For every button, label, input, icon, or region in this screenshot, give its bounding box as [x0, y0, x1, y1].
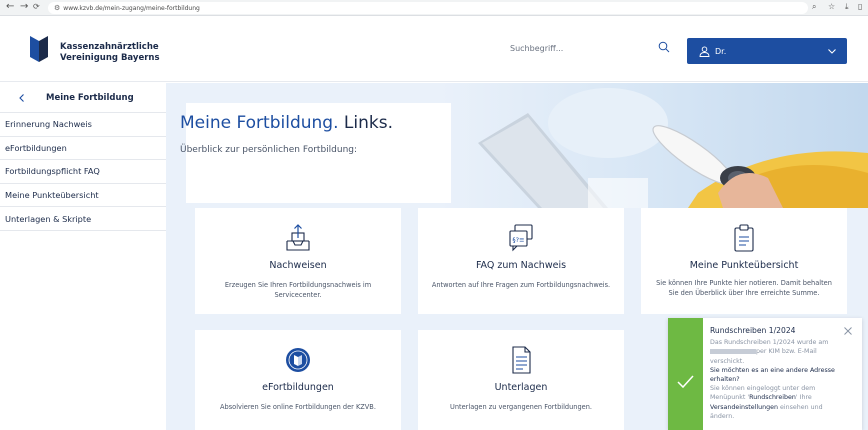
notification-toast: Rundschreiben 1/2024 Das Rundschreiben 1… [668, 318, 862, 430]
sidebar-item-fortbildungspflicht-faq[interactable]: Fortbildungspflicht FAQ [0, 160, 166, 184]
search-icon[interactable] [658, 41, 670, 53]
toast-line: Menüpunkt 'Rundschreiben' Ihre [710, 393, 855, 402]
user-menu-button[interactable]: Dr. [687, 38, 847, 64]
sidebar-item-label: Meine Punkteübersicht [5, 190, 99, 201]
site-settings-icon[interactable]: ⚙ [54, 2, 60, 14]
card-punkteuebersicht[interactable]: Meine Punkteübersicht Sie können Ihre Pu… [641, 208, 847, 314]
rundschreiben-link[interactable]: Rundschreiben [749, 394, 796, 401]
browser-toolbar: ← → ⟳ ⚙ www.kzvb.de/mein-zugang/meine-for… [0, 0, 868, 16]
sidebar-item-label: Erinnerung Nachweis [5, 119, 92, 130]
sidebar-header[interactable]: Meine Fortbildung [0, 83, 166, 113]
address-bar[interactable]: ⚙ www.kzvb.de/mein-zugang/meine-fortbildu… [48, 2, 808, 14]
toast-body: Rundschreiben 1/2024 Das Rundschreiben 1… [710, 326, 855, 421]
card-description: Antworten auf Ihre Fragen zum Fortbildun… [431, 281, 611, 289]
reload-icon[interactable]: ⟳ [33, 2, 40, 11]
card-faq-nachweis[interactable]: §?≡ FAQ zum Nachweis Antworten auf Ihre … [418, 208, 624, 314]
sidebar-item-efortbildungen[interactable]: eFortbildungen [0, 137, 166, 161]
toast-text: ' Ihre [795, 394, 812, 402]
page-title-links: Links. [338, 113, 393, 133]
card-efortbildungen[interactable]: eFortbildungen Absolvieren Sie online Fo… [195, 330, 401, 430]
document-icon [512, 346, 531, 374]
toast-title: Rundschreiben 1/2024 [710, 326, 796, 335]
back-icon[interactable]: ← [6, 1, 14, 12]
user-name: Dr. [715, 46, 727, 56]
toast-line: per KIM bzw. E-Mail [710, 347, 855, 356]
card-description: Absolvieren Sie online Fortbildungen der… [220, 403, 376, 411]
efortbildung-badge-icon [286, 348, 310, 372]
toast-text: einsehen und [778, 403, 823, 411]
card-title: FAQ zum Nachweis [475, 260, 567, 271]
card-description: Erzeugen Sie Ihren Fortbildungsnachweis … [224, 281, 372, 299]
toast-line: verschickt. [710, 357, 745, 365]
site-header: Kassenzahnärztliche Vereinigung Bayerns … [0, 16, 868, 82]
toast-line-text: per KIM bzw. E-Mail [756, 348, 817, 356]
chat-faq-icon: §?≡ [509, 224, 533, 252]
logo-text[interactable]: Kassenzahnärztliche Vereinigung Bayerns [60, 42, 160, 64]
svg-text:§?≡: §?≡ [512, 236, 524, 244]
toast-status-stripe [668, 318, 703, 430]
sidebar-item-unterlagen[interactable]: Unterlagen & Skripte [0, 207, 166, 231]
card-description: Sie können Ihre Punkte hier notieren. Da… [656, 279, 832, 297]
versandeinstellungen-link[interactable]: Versandeinstellungen [710, 404, 778, 411]
toast-line: Das Rundschreiben 1/2024 wurde am [710, 339, 829, 347]
checkmark-icon [677, 375, 694, 389]
close-icon[interactable] [843, 326, 853, 336]
toast-text: Menüpunkt ' [710, 394, 750, 402]
card-title: Meine Punkteübersicht [689, 260, 799, 271]
forward-icon[interactable]: → [20, 1, 28, 12]
chevron-left-icon[interactable] [18, 93, 26, 102]
user-icon [699, 45, 710, 57]
tray-upload-icon [286, 224, 310, 251]
logo-line-2: Vereinigung Bayerns [60, 53, 160, 63]
logo-line-1: Kassenzahnärztliche [60, 42, 159, 52]
sidebar-item-erinnerung-nachweis[interactable]: Erinnerung Nachweis [0, 113, 166, 137]
toast-line: Sie können eingeloggt unter dem [710, 385, 816, 393]
chevron-down-icon [828, 49, 836, 54]
page-title: Meine Fortbildung. Links. [180, 113, 393, 133]
sidepanel-icon[interactable]: ▯ [858, 2, 862, 11]
card-title: eFortbildungen [262, 382, 334, 393]
hero-image [438, 83, 868, 208]
sidebar-item-punkteuebersicht[interactable]: Meine Punkteübersicht [0, 184, 166, 208]
card-description: Unterlagen zu vergangenen Fortbildungen. [450, 403, 592, 411]
search-input[interactable] [510, 38, 660, 58]
kzvb-logo[interactable] [30, 36, 48, 62]
download-icon[interactable]: ⤓ [845, 2, 849, 12]
toast-line: Versandeinstellungen einsehen und [710, 403, 855, 412]
sidebar-item-label: eFortbildungen [5, 142, 67, 153]
card-title: Unterlagen [494, 382, 548, 393]
page-title-main: Meine Fortbildung. [180, 113, 339, 133]
card-nachweisen[interactable]: Nachweisen Erzeugen Sie Ihren Fortbildun… [195, 208, 401, 314]
zoom-icon[interactable]: ⌕ [812, 2, 816, 12]
card-title: Nachweisen [269, 260, 327, 271]
sidebar-title: Meine Fortbildung [46, 92, 134, 103]
bookmark-star-icon[interactable]: ☆ [828, 2, 835, 11]
redacted-date [710, 348, 756, 354]
sidebar: Meine Fortbildung Erinnerung Nachweis eF… [0, 83, 166, 430]
card-unterlagen[interactable]: Unterlagen Unterlagen zu vergangenen For… [418, 330, 624, 430]
url-text: www.kzvb.de/mein-zugang/meine-fortbildun… [63, 5, 200, 12]
clipboard-icon [734, 224, 754, 252]
toast-question: Sie möchten es an eine andere Adresse er… [710, 366, 835, 384]
sidebar-item-label: Fortbildungspflicht FAQ [5, 166, 100, 177]
sidebar-item-label: Unterlagen & Skripte [5, 213, 92, 224]
toast-line: ändern. [710, 412, 735, 420]
page-subtitle: Überblick zur persönlichen Fortbildung: [180, 145, 358, 155]
